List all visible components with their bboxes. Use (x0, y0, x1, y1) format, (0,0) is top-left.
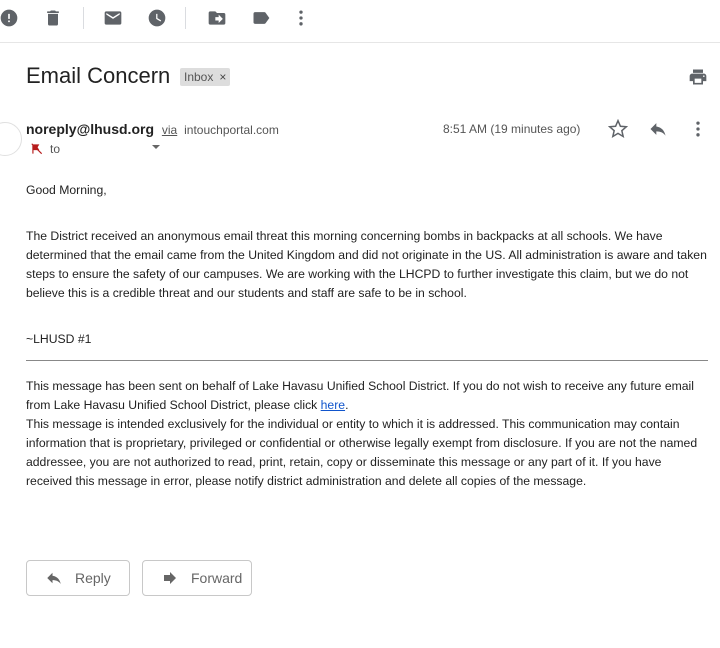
via-domain: intouchportal.com (184, 123, 279, 137)
toolbar-separator (185, 7, 186, 29)
signature: ~LHUSD #1 (26, 332, 92, 346)
show-details-chevron-down-icon[interactable] (152, 145, 160, 149)
forward-button[interactable]: Forward (142, 560, 252, 596)
move-to-icon[interactable] (205, 6, 229, 30)
greeting: Good Morning, (26, 183, 107, 197)
divider (26, 360, 708, 361)
sender-avatar[interactable] (0, 122, 22, 156)
report-spam-icon[interactable] (0, 6, 21, 30)
sender-line: noreply@lhusd.org via intouchportal.com (26, 121, 279, 137)
more-vert-icon[interactable] (289, 6, 313, 30)
disclaimer-text: This message has been sent on behalf of … (26, 379, 694, 412)
reply-icon (47, 572, 61, 584)
reply-button[interactable]: Reply (26, 560, 130, 596)
mark-unread-icon[interactable] (101, 6, 125, 30)
confidentiality-text: This message is intended exclusively for… (26, 417, 698, 488)
toolbar-separator (83, 7, 84, 29)
disclaimer: This message has been sent on behalf of … (26, 377, 710, 491)
email-subject: Email Concern (26, 63, 171, 88)
important-marker-icon[interactable] (30, 142, 44, 156)
print-icon[interactable] (688, 67, 708, 87)
sender-name[interactable]: noreply@lhusd.org (26, 121, 154, 137)
star-icon[interactable] (607, 118, 629, 139)
snooze-icon[interactable] (145, 6, 169, 30)
remove-label-icon[interactable]: × (219, 70, 226, 84)
inbox-label-text: Inbox (184, 70, 214, 84)
more-vert-icon[interactable] (688, 119, 708, 139)
delete-icon[interactable] (41, 6, 65, 30)
reply-icon[interactable] (648, 119, 668, 139)
message-paragraph: The District received an anonymous email… (26, 229, 707, 300)
to-label: to (50, 142, 61, 156)
disclaimer-period: . (345, 398, 349, 412)
via-link[interactable]: via (162, 123, 177, 137)
label-icon[interactable] (249, 6, 273, 30)
toolbar (0, 0, 720, 43)
reply-button-label: Reply (75, 570, 111, 586)
forward-icon (164, 572, 176, 584)
inbox-label-chip[interactable]: Inbox × (180, 68, 231, 86)
recipient-row: to (30, 142, 160, 156)
forward-button-label: Forward (191, 570, 243, 586)
message-timestamp: 8:51 AM (19 minutes ago) (443, 122, 581, 136)
unsubscribe-link[interactable]: here (321, 398, 345, 412)
